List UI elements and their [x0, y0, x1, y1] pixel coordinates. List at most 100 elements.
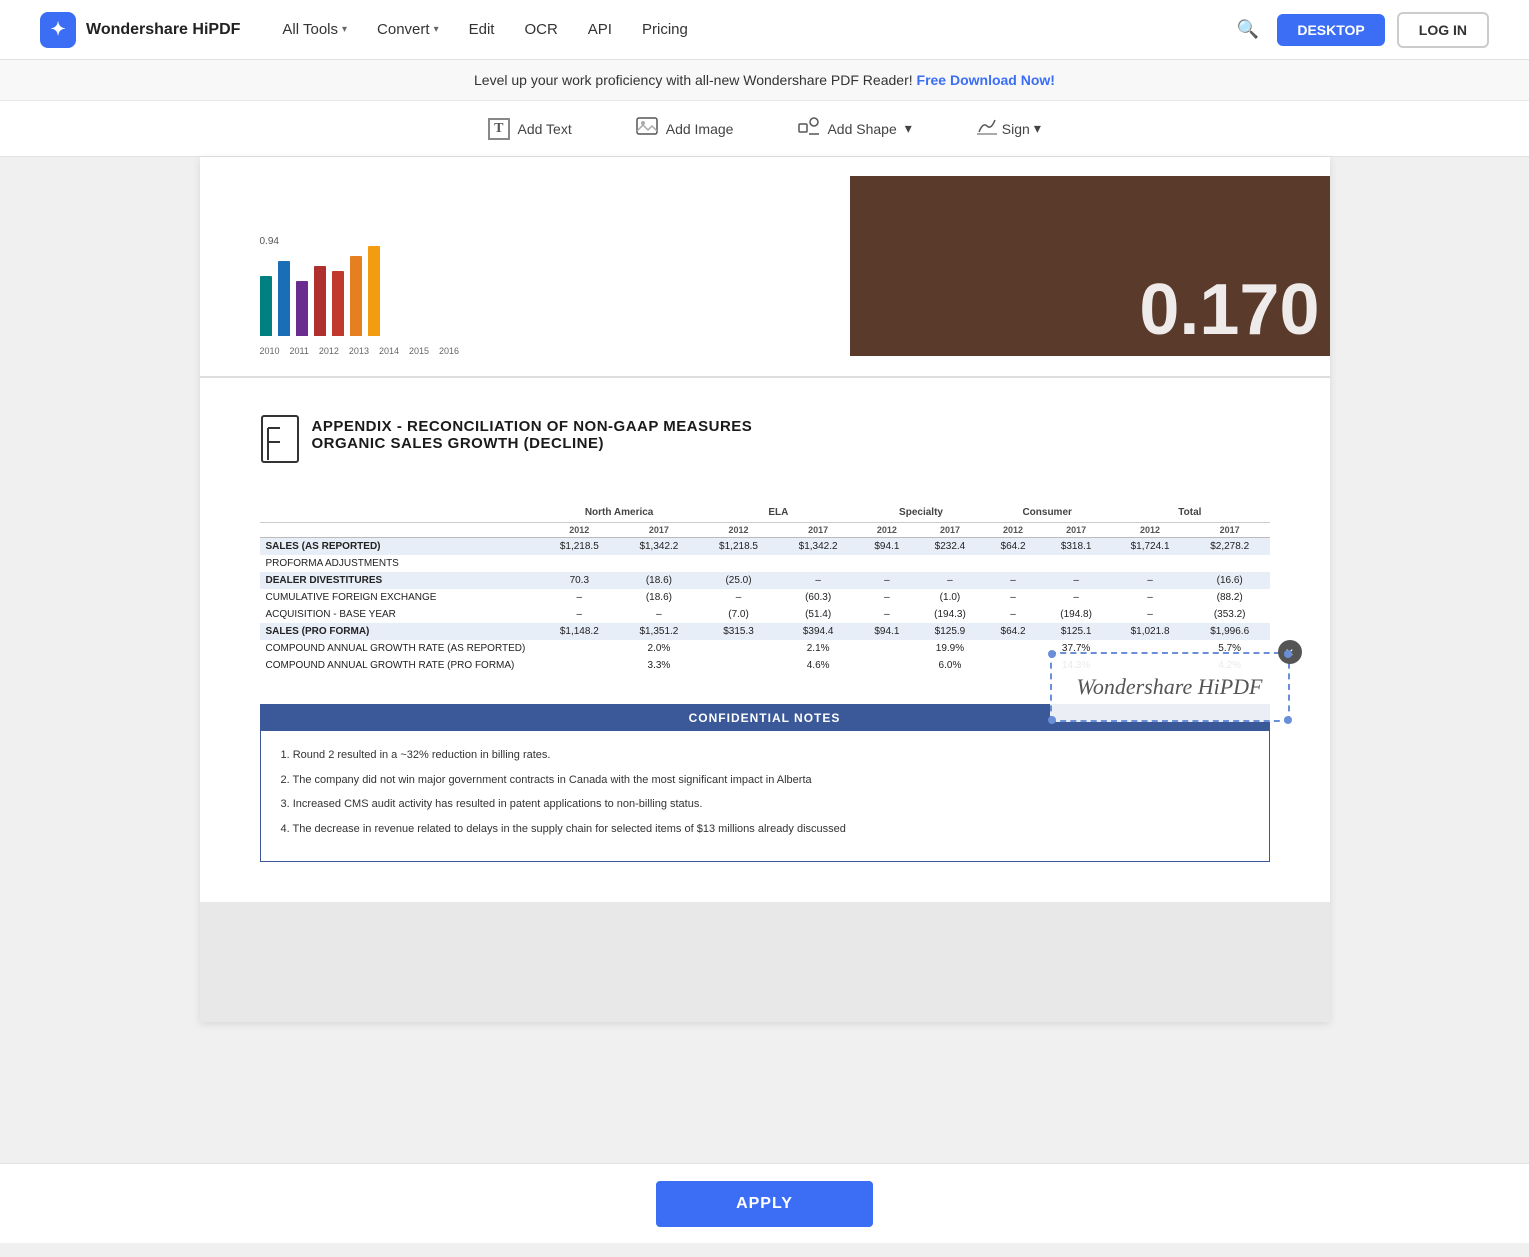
table-cell: $232.4 [916, 538, 984, 556]
table-cell: $125.1 [1042, 623, 1110, 640]
table-cell [540, 640, 620, 657]
data-table-wrapper: North America ELA Specialty Consumer Tot… [260, 503, 1270, 674]
table-cell: – [1110, 572, 1190, 589]
table-cell-label: SALES (AS REPORTED) [260, 538, 540, 556]
table-cell: $318.1 [1042, 538, 1110, 556]
table-cell: (18.6) [619, 572, 699, 589]
table-cell: – [778, 572, 858, 589]
logo-icon: ✦ [40, 12, 76, 48]
table-cell: $1,021.8 [1110, 623, 1190, 640]
promo-text: Level up your work proficiency with all-… [474, 72, 913, 88]
table-cell: 19.9% [916, 640, 984, 657]
table-cell [1042, 555, 1110, 572]
table-cell: (194.3) [916, 606, 984, 623]
table-cell [1110, 555, 1190, 572]
table-cell: – [1042, 572, 1110, 589]
table-cell: $94.1 [858, 623, 916, 640]
col-header-specialty: Specialty [858, 503, 984, 523]
toolbar: T Add Text Add Image Add Shape ▾ [0, 101, 1529, 157]
chevron-down-icon: ▾ [1034, 120, 1041, 137]
nav-convert[interactable]: Convert ▾ [365, 13, 451, 46]
table-cell: $125.9 [916, 623, 984, 640]
conf-note-item: 2. The company did not win major governm… [281, 772, 1249, 789]
table-row: DEALER DIVESTITURES70.3(18.6)(25.0)–––––… [260, 572, 1270, 589]
table-cell: – [984, 606, 1042, 623]
main-content: 0.94 2010 2011 2012 2013 [0, 157, 1529, 1257]
nav-actions: 🔍 DESKTOP LOG IN [1231, 12, 1489, 48]
apply-button[interactable]: APPLY [656, 1181, 873, 1227]
toolbar-add-shape[interactable]: Add Shape ▾ [785, 110, 923, 148]
table-cell: – [540, 589, 620, 606]
table-cell: $64.2 [984, 623, 1042, 640]
watermark-corner-tr [1284, 650, 1292, 658]
table-cell: $1,996.6 [1190, 623, 1270, 640]
table-cell: – [699, 589, 779, 606]
nav-api[interactable]: API [576, 13, 624, 46]
table-cell: 70.3 [540, 572, 620, 589]
table-cell: $1,218.5 [699, 538, 779, 556]
table-cell: – [540, 606, 620, 623]
login-button[interactable]: LOG IN [1397, 12, 1489, 48]
chevron-down-icon: ▾ [905, 120, 912, 137]
table-cell: (25.0) [699, 572, 779, 589]
table-cell: (18.6) [619, 589, 699, 606]
chart-right: 0.170 [850, 176, 1330, 356]
search-button[interactable]: 🔍 [1231, 13, 1265, 46]
table-cell: 6.0% [916, 657, 984, 674]
table-sub-headers: 2012 2017 2012 2017 2012 2017 2012 2017 … [260, 523, 1270, 538]
desktop-button[interactable]: DESKTOP [1277, 14, 1384, 46]
bar-group-2012 [296, 281, 308, 336]
table-cell [699, 657, 779, 674]
appendix-subtitle: ORGANIC SALES GROWTH (DECLINE) [312, 435, 753, 452]
table-cell: (60.3) [778, 589, 858, 606]
page-section: APPENDIX - RECONCILIATION OF NON-GAAP ME… [200, 378, 1330, 902]
bar-group-2014 [332, 271, 344, 336]
table-group-headers: North America ELA Specialty Consumer Tot… [260, 503, 1270, 523]
confidential-notes: CONFIDENTIAL NOTES 1. Round 2 resulted i… [260, 704, 1270, 862]
watermark-label: Wondershare HiPDF [1077, 674, 1263, 699]
navbar: ✦ Wondershare HiPDF All Tools ▾ Convert … [0, 0, 1529, 60]
promo-banner: Level up your work proficiency with all-… [0, 60, 1529, 101]
table-cell: (194.8) [1042, 606, 1110, 623]
table-cell [984, 657, 1042, 674]
table-cell: – [1042, 589, 1110, 606]
conf-note-item: 1. Round 2 resulted in a ~32% reduction … [281, 747, 1249, 764]
bar-group-2013 [314, 266, 326, 336]
toolbar-add-image[interactable]: Add Image [624, 110, 746, 148]
toolbar-sign[interactable]: Sign ▾ [964, 110, 1053, 148]
logo[interactable]: ✦ Wondershare HiPDF [40, 12, 240, 48]
watermark-corner-br [1284, 716, 1292, 724]
table-row: CUMULATIVE FOREIGN EXCHANGE–(18.6)–(60.3… [260, 589, 1270, 606]
nav-all-tools[interactable]: All Tools ▾ [270, 13, 359, 46]
nav-links: All Tools ▾ Convert ▾ Edit OCR API Prici… [270, 13, 1231, 46]
table-cell: $1,342.2 [778, 538, 858, 556]
table-cell [916, 555, 984, 572]
table-cell-label: DEALER DIVESTITURES [260, 572, 540, 589]
nav-edit[interactable]: Edit [457, 13, 507, 46]
conf-note-item: 3. Increased CMS audit activity has resu… [281, 796, 1249, 813]
table-cell [858, 640, 916, 657]
apply-bar: APPLY [0, 1163, 1529, 1243]
promo-link[interactable]: Free Download Now! [917, 72, 1055, 88]
text-icon: T [488, 118, 509, 140]
table-row: ACQUISITION - BASE YEAR––(7.0)(51.4)–(19… [260, 606, 1270, 623]
table-cell: $64.2 [984, 538, 1042, 556]
nav-ocr[interactable]: OCR [512, 13, 569, 46]
table-cell: (1.0) [916, 589, 984, 606]
watermark-corner-tl [1048, 650, 1056, 658]
appendix-titles: APPENDIX - RECONCILIATION OF NON-GAAP ME… [312, 418, 753, 452]
table-cell: $94.1 [858, 538, 916, 556]
table-cell: $394.4 [778, 623, 858, 640]
table-cell: $1,148.2 [540, 623, 620, 640]
table-cell: (7.0) [699, 606, 779, 623]
table-cell: $2,278.2 [1190, 538, 1270, 556]
logo-text: Wondershare HiPDF [86, 21, 240, 39]
table-cell: – [858, 572, 916, 589]
conf-note-item: 4. The decrease in revenue related to de… [281, 821, 1249, 838]
appendix-icon [260, 414, 300, 473]
bar-group-2010 [260, 276, 272, 336]
toolbar-add-text[interactable]: T Add Text [476, 112, 584, 146]
table-cell: (51.4) [778, 606, 858, 623]
table-cell: 4.6% [778, 657, 858, 674]
nav-pricing[interactable]: Pricing [630, 13, 700, 46]
